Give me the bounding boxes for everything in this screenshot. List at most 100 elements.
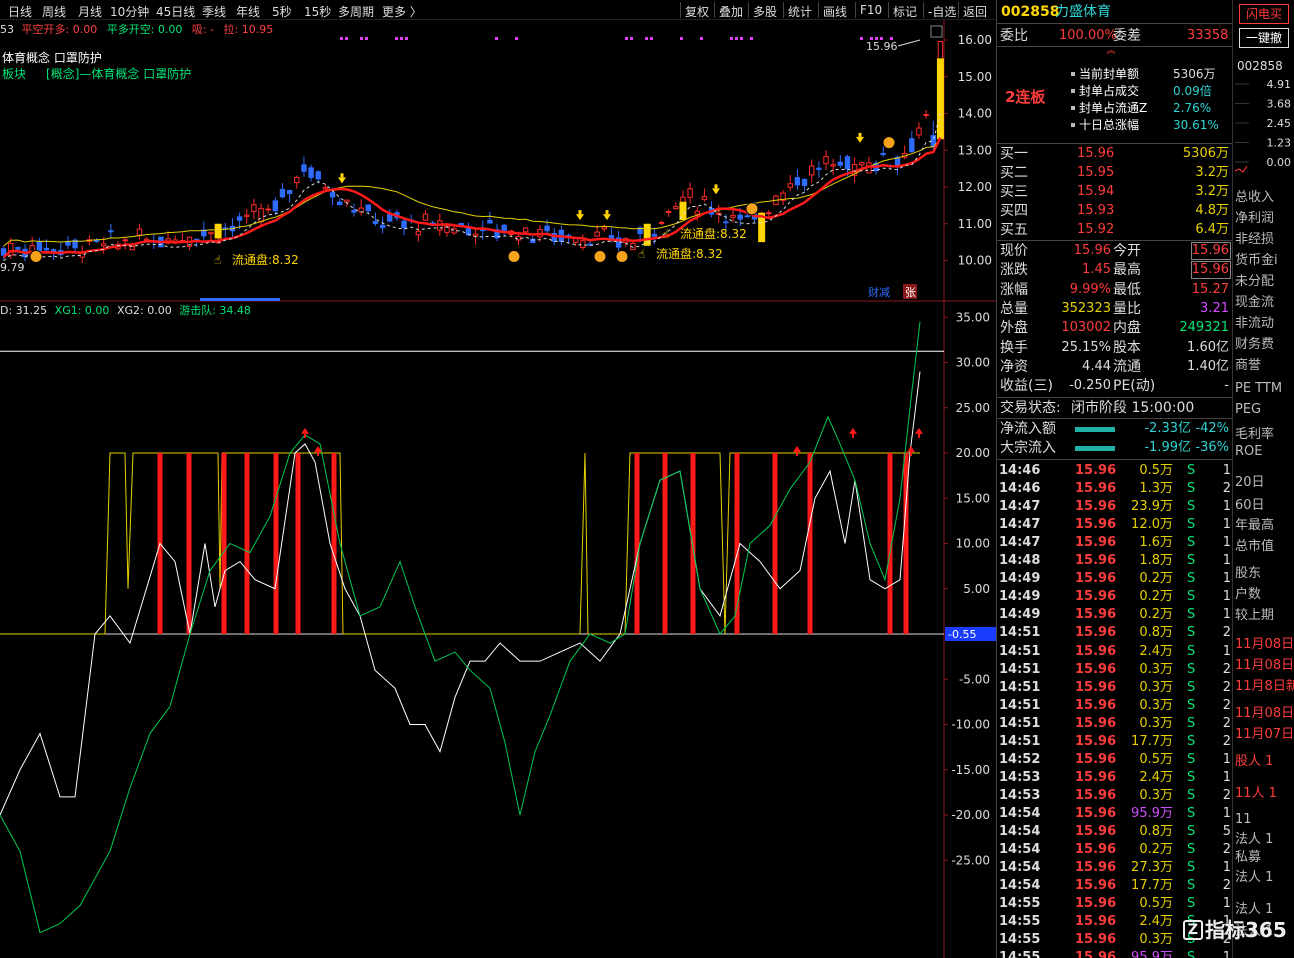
tick-row[interactable]: 14:54 15.96 0.2万 S 2 <box>997 841 1233 859</box>
period-tab-3[interactable]: 10分钟 <box>110 3 149 20</box>
cancel-all-button[interactable]: 一键撤 <box>1239 28 1289 48</box>
tool-button-3[interactable]: 统计 <box>788 3 812 20</box>
bid-row-3[interactable]: 买三 15.94 3.2万 <box>997 183 1233 201</box>
sidebar-item-20[interactable]: 11月08日 <box>1235 633 1294 652</box>
candle-body <box>322 186 329 190</box>
period-tab-7[interactable]: 5秒 <box>272 3 292 20</box>
tick-row[interactable]: 14:51 15.96 0.3万 S 2 <box>997 715 1233 733</box>
tool-button-4[interactable]: 画线 <box>823 3 847 20</box>
bid-row-1[interactable]: 买一 15.96 5306万 <box>997 145 1233 163</box>
sidebar-item-12[interactable]: ROE <box>1235 444 1262 459</box>
tool-button-5[interactable]: F10 <box>860 3 882 17</box>
tick-row[interactable]: 14:46 15.96 1.3万 S 2 <box>997 480 1233 498</box>
period-tab-1[interactable]: 周线 <box>42 3 66 20</box>
bid-row-5[interactable]: 买五 15.92 6.4万 <box>997 221 1233 239</box>
tool-button-8[interactable]: 返回 <box>963 3 987 20</box>
candle-body <box>365 204 372 212</box>
sidebar-item-17[interactable]: 股东 <box>1235 562 1261 581</box>
tick-row[interactable]: 14:47 15.96 12.0万 S 1 <box>997 516 1233 534</box>
sidebar-item-11[interactable]: 毛利率 <box>1235 423 1274 442</box>
tick-row[interactable]: 14:47 15.96 23.9万 S 1 <box>997 498 1233 516</box>
tick-row[interactable]: 14:51 15.96 0.3万 S 2 <box>997 697 1233 715</box>
sidebar-item-4[interactable]: 未分配 <box>1235 270 1274 289</box>
tick-row[interactable]: 14:54 15.96 95.9万 S 1 <box>997 805 1233 823</box>
tick-row[interactable]: 14:46 15.96 0.5万 S 1 <box>997 462 1233 480</box>
sidebar-item-29[interactable]: 私募 <box>1235 846 1261 865</box>
tick-row[interactable]: 14:48 15.96 1.8万 S 1 <box>997 552 1233 570</box>
tick-row[interactable]: 14:51 15.96 0.8万 S 2 <box>997 624 1233 642</box>
period-tab-6[interactable]: 年线 <box>236 3 260 20</box>
tick-row[interactable]: 14:54 15.96 27.3万 S 1 <box>997 859 1233 877</box>
tick-row[interactable]: 14:51 15.96 0.3万 S 2 <box>997 679 1233 697</box>
tick-row[interactable]: 14:53 15.96 2.4万 S 1 <box>997 769 1233 787</box>
tool-button-1[interactable]: 叠加 <box>719 3 743 20</box>
tick-row[interactable]: 14:52 15.96 0.5万 S 1 <box>997 751 1233 769</box>
tick-row[interactable]: 14:51 15.96 2.4万 S 1 <box>997 643 1233 661</box>
tick-volume: 95.9万 <box>1131 950 1173 958</box>
bid-row-2[interactable]: 买二 15.95 3.2万 <box>997 164 1233 182</box>
sidebar-item-5[interactable]: 现金流 <box>1235 291 1274 310</box>
sidebar-item-16[interactable]: 总市值 <box>1235 535 1274 554</box>
bid-row-4[interactable]: 买四 15.93 4.8万 <box>997 202 1233 220</box>
sidebar-item-18[interactable]: 户数 <box>1235 583 1261 602</box>
zhang-tag[interactable]: 张 <box>905 286 916 299</box>
sidebar-item-27[interactable]: 11 <box>1235 812 1252 827</box>
stock-name[interactable]: 力盛体育 <box>1055 5 1111 19</box>
tick-row[interactable]: 14:49 15.96 0.2万 S 1 <box>997 588 1233 606</box>
sidebar-item-13[interactable]: 20日 <box>1235 471 1265 490</box>
collapse-arrow-icon[interactable]: ︽ <box>1105 46 1117 56</box>
sidebar-item-26[interactable]: 11人 1 <box>1235 782 1277 801</box>
tick-row[interactable]: 14:51 15.96 17.7万 S 2 <box>997 733 1233 751</box>
sidebar-item-21[interactable]: 11月08日 <box>1235 654 1294 673</box>
tick-row[interactable]: 14:55 15.96 95.9万 S 1 <box>997 949 1233 958</box>
tick-row[interactable]: 14:49 15.96 0.2万 S 1 <box>997 570 1233 588</box>
sidebar-item-23[interactable]: 11月08日 <box>1235 702 1294 721</box>
tool-button-6[interactable]: 标记 <box>893 3 917 20</box>
tool-button-7[interactable]: -自选 <box>928 3 956 20</box>
tick-row[interactable]: 14:47 15.96 1.6万 S 1 <box>997 534 1233 552</box>
tick-row[interactable]: 14:54 15.96 0.8万 S 5 <box>997 823 1233 841</box>
indicator-chart[interactable]: 35.00 30.00 25.00 20.00 15.00 10.00 5.00 -5.00 -… <box>0 302 996 958</box>
period-tab-10[interactable]: 更多 〉 <box>382 3 422 20</box>
sidebar-item-6[interactable]: 非流动 <box>1235 312 1274 331</box>
sidebar-item-15[interactable]: 年最高 <box>1235 514 1274 533</box>
tick-row[interactable]: 14:53 15.96 0.3万 S 2 <box>997 787 1233 805</box>
sidebar-item-8[interactable]: 商誉 <box>1235 354 1261 373</box>
sidebar-item-7[interactable]: 财务费 <box>1235 333 1274 352</box>
period-tab-0[interactable]: 日线 <box>8 3 32 20</box>
tool-button-0[interactable]: 复权 <box>685 3 709 20</box>
buy-signal-icon <box>593 250 607 263</box>
period-tab-5[interactable]: 季线 <box>202 3 226 20</box>
sidebar-item-28[interactable]: 法人 1 <box>1235 828 1273 847</box>
sidebar-item-19[interactable]: 较上期 <box>1235 604 1274 623</box>
sidebar-item-31[interactable]: 法人 1 <box>1235 898 1273 917</box>
quote-panel: 002858 力盛体育 委比 100.00% 委差 33358 ︽ 2连板 当前… <box>996 0 1233 958</box>
sidebar-item-3[interactable]: 货币金i <box>1235 249 1278 268</box>
sidebar-item-9[interactable]: PE TTM <box>1235 381 1282 396</box>
sidebar-item-25[interactable]: 股人 1 <box>1235 750 1273 769</box>
sidebar-item-2[interactable]: 非经损 <box>1235 228 1274 247</box>
sidebar-item-22[interactable]: 11月8日新 <box>1235 675 1294 694</box>
expand-icon[interactable] <box>930 25 943 38</box>
sidebar-item-14[interactable]: 60日 <box>1235 494 1265 513</box>
period-tab-2[interactable]: 月线 <box>78 3 102 20</box>
sidebar-item-24[interactable]: 11月07日 <box>1235 723 1294 742</box>
tick-row[interactable]: 14:51 15.96 0.3万 S 2 <box>997 661 1233 679</box>
flash-buy-button[interactable]: 闪电买 <box>1239 4 1289 24</box>
sidebar-item-0[interactable]: 总收入 <box>1235 186 1274 205</box>
tool-button-2[interactable]: 多股 <box>753 3 777 20</box>
kline-chart[interactable]: 16.00 15.00 14.00 13.00 12.00 11.00 10.00 ☝ 流通盘:… <box>0 20 996 302</box>
scroll-indicator[interactable] <box>200 298 280 301</box>
period-tab-8[interactable]: 15秒 <box>304 3 331 20</box>
period-tab-9[interactable]: 多周期 <box>338 3 374 20</box>
tick-row[interactable]: 14:49 15.96 0.2万 S 1 <box>997 606 1233 624</box>
tick-price: 15.96 <box>1075 805 1117 821</box>
sidebar-item-30[interactable]: 法人 1 <box>1235 866 1273 885</box>
tick-row[interactable]: 14:55 15.96 0.5万 S 1 <box>997 895 1233 913</box>
stock-code[interactable]: 002858 <box>1001 5 1059 19</box>
period-tab-4[interactable]: 45日线 <box>156 3 195 20</box>
sidebar-item-10[interactable]: PEG <box>1235 402 1261 417</box>
tick-row[interactable]: 14:54 15.96 17.7万 S 2 <box>997 877 1233 895</box>
sidebar-item-1[interactable]: 净利润 <box>1235 207 1274 226</box>
finance-tag[interactable]: 财减 <box>868 285 890 299</box>
